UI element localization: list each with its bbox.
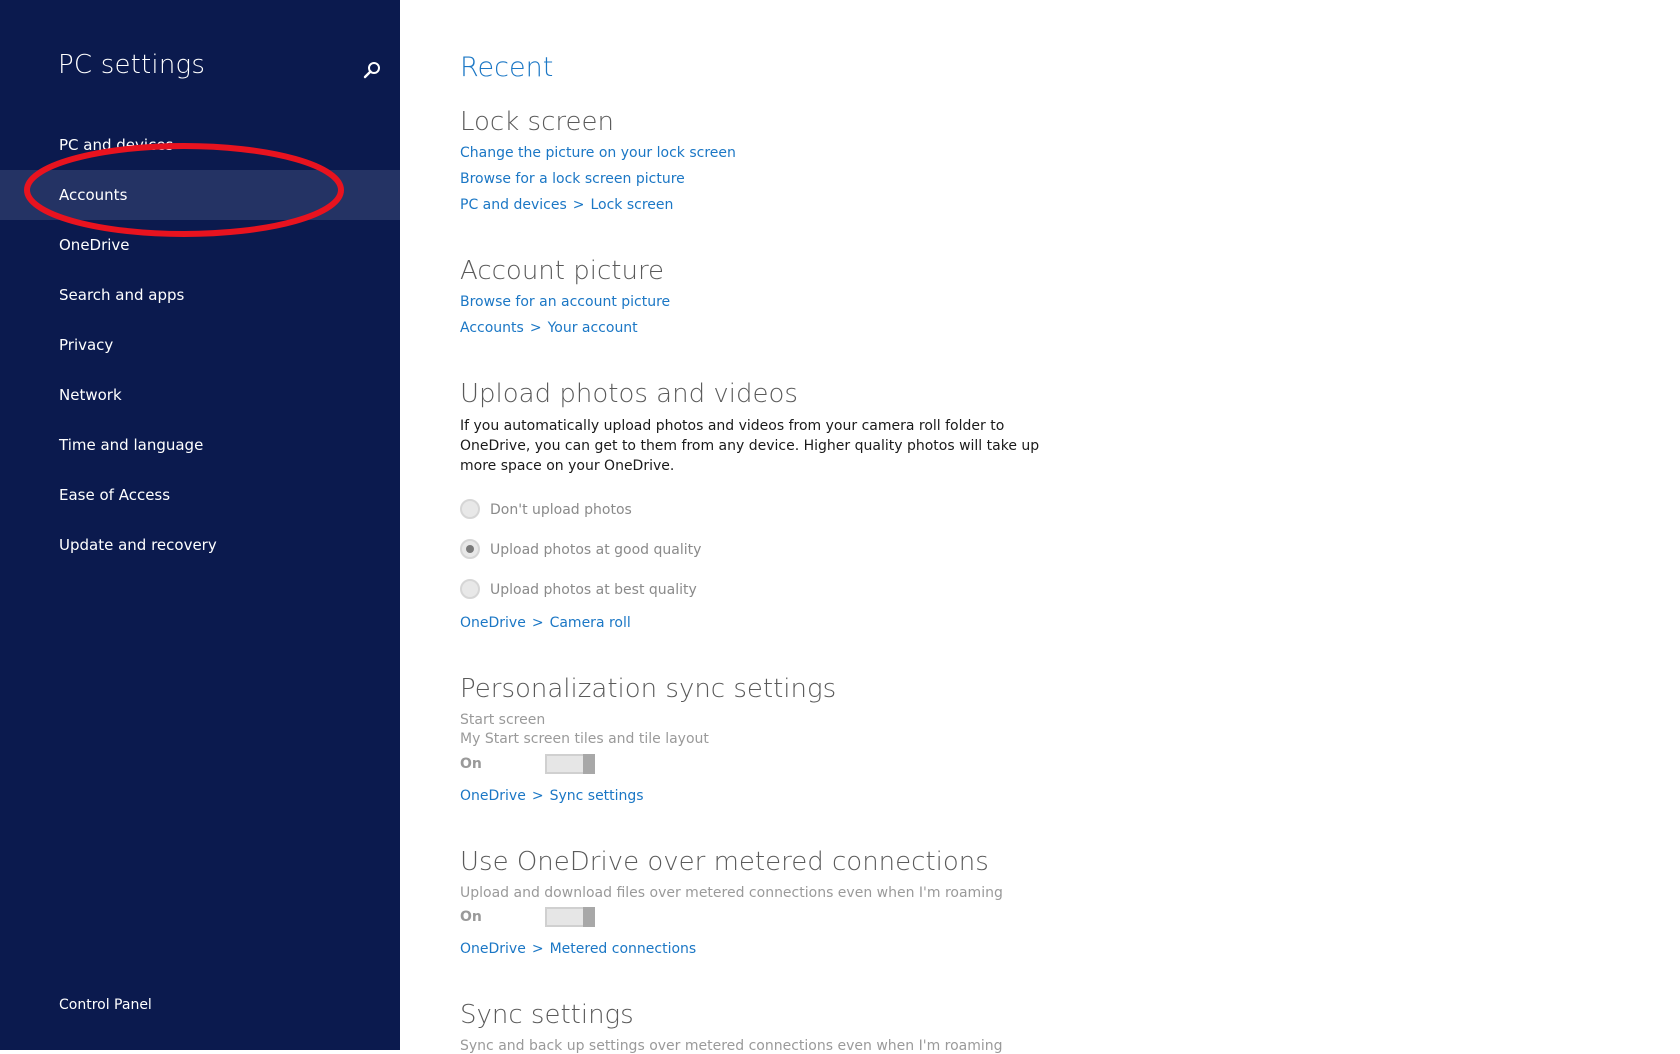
sidebar-item-label: Network [59,386,122,404]
sidebar-item-onedrive[interactable]: OneDrive [0,220,400,270]
start-screen-setting-description: My Start screen tiles and tile layout [460,731,709,747]
sidebar-item-label: Time and language [59,436,204,454]
sync-settings-breadcrumb-link[interactable]: OneDrive > Sync settings [460,788,644,804]
sidebar-item-ease-of-access[interactable]: Ease of Access [0,470,400,520]
change-lock-screen-link[interactable]: Change the picture on your lock screen [460,145,736,161]
sidebar-title: PC settings [58,50,206,80]
browse-account-picture-link[interactable]: Browse for an account picture [460,294,670,310]
toggle-state-label: On [460,756,482,772]
breadcrumb-part: Metered connections [549,941,697,957]
radio-button [460,499,480,519]
camera-roll-breadcrumb-link[interactable]: OneDrive > Camera roll [460,615,631,631]
metered-setting-description: Upload and download files over metered c… [460,885,1003,901]
start-screen-setting-name: Start screen [460,712,546,728]
breadcrumb-separator: > [529,320,542,336]
radio-button-selected [460,539,480,559]
sidebar-item-label: OneDrive [59,236,130,254]
page-title: Recent [460,52,554,83]
toggle-thumb [583,907,595,927]
breadcrumb-part: Your account [547,320,638,336]
sidebar-item-privacy[interactable]: Privacy [0,320,400,370]
metered-toggle[interactable] [545,907,595,927]
radio-label: Upload photos at good quality [490,542,702,558]
upload-photos-heading: Upload photos and videos [460,379,798,409]
sync-settings-heading: Sync settings [460,1000,634,1030]
lock-screen-heading: Lock screen [460,107,614,137]
metered-connections-heading: Use OneDrive over metered connections [460,847,989,877]
sidebar-item-label: Privacy [59,336,114,354]
account-picture-heading: Account picture [460,256,665,286]
breadcrumb-separator: > [531,615,544,631]
lock-screen-breadcrumb-link[interactable]: PC and devices > Lock screen [460,197,673,213]
toggle-state-label: On [460,909,482,925]
radio-button [460,579,480,599]
start-screen-toggle-row: On [460,754,660,776]
account-picture-breadcrumb-link[interactable]: Accounts > Your account [460,320,638,336]
sidebar-item-pc-and-devices[interactable]: PC and devices [0,120,400,170]
sidebar: PC settings PC and devices Accounts OneD… [0,0,400,1050]
breadcrumb-part: Accounts [460,320,524,336]
sidebar-item-network[interactable]: Network [0,370,400,420]
sidebar-item-label: PC and devices [59,136,174,154]
sidebar-item-label: Ease of Access [59,486,171,504]
radio-label: Upload photos at best quality [490,582,697,598]
search-icon[interactable] [362,60,382,80]
control-panel-link[interactable]: Control Panel [59,997,152,1013]
toggle-thumb [583,754,595,774]
breadcrumb-separator: > [531,788,544,804]
radio-best-quality[interactable]: Upload photos at best quality [460,578,697,602]
sidebar-item-label: Search and apps [59,286,185,304]
metered-connections-breadcrumb-link[interactable]: OneDrive > Metered connections [460,941,696,957]
start-screen-toggle[interactable] [545,754,595,774]
sidebar-item-update-and-recovery[interactable]: Update and recovery [0,520,400,570]
metered-toggle-row: On [460,907,660,929]
radio-label: Don't upload photos [490,502,632,518]
breadcrumb-part: Sync settings [549,788,644,804]
sidebar-item-time-and-language[interactable]: Time and language [0,420,400,470]
sidebar-item-label: Update and recovery [59,536,217,554]
sync-settings-description: Sync and back up settings over metered c… [460,1038,1003,1054]
upload-photos-description: If you automatically upload photos and v… [460,418,1040,474]
breadcrumb-part: OneDrive [460,941,526,957]
breadcrumb-separator: > [531,941,544,957]
breadcrumb-separator: > [572,197,585,213]
browse-lock-screen-link[interactable]: Browse for a lock screen picture [460,171,685,187]
main-content: Recent Lock screen Change the picture on… [460,0,1660,1054]
breadcrumb-part: PC and devices [460,197,567,213]
sidebar-item-search-and-apps[interactable]: Search and apps [0,270,400,320]
breadcrumb-part: OneDrive [460,788,526,804]
breadcrumb-part: Lock screen [590,197,674,213]
personalization-sync-heading: Personalization sync settings [460,674,837,704]
sidebar-item-label: Accounts [59,186,128,204]
sidebar-item-accounts[interactable]: Accounts [0,170,400,220]
radio-dont-upload[interactable]: Don't upload photos [460,498,632,522]
radio-good-quality[interactable]: Upload photos at good quality [460,538,701,562]
breadcrumb-part: Camera roll [549,615,631,631]
breadcrumb-part: OneDrive [460,615,526,631]
